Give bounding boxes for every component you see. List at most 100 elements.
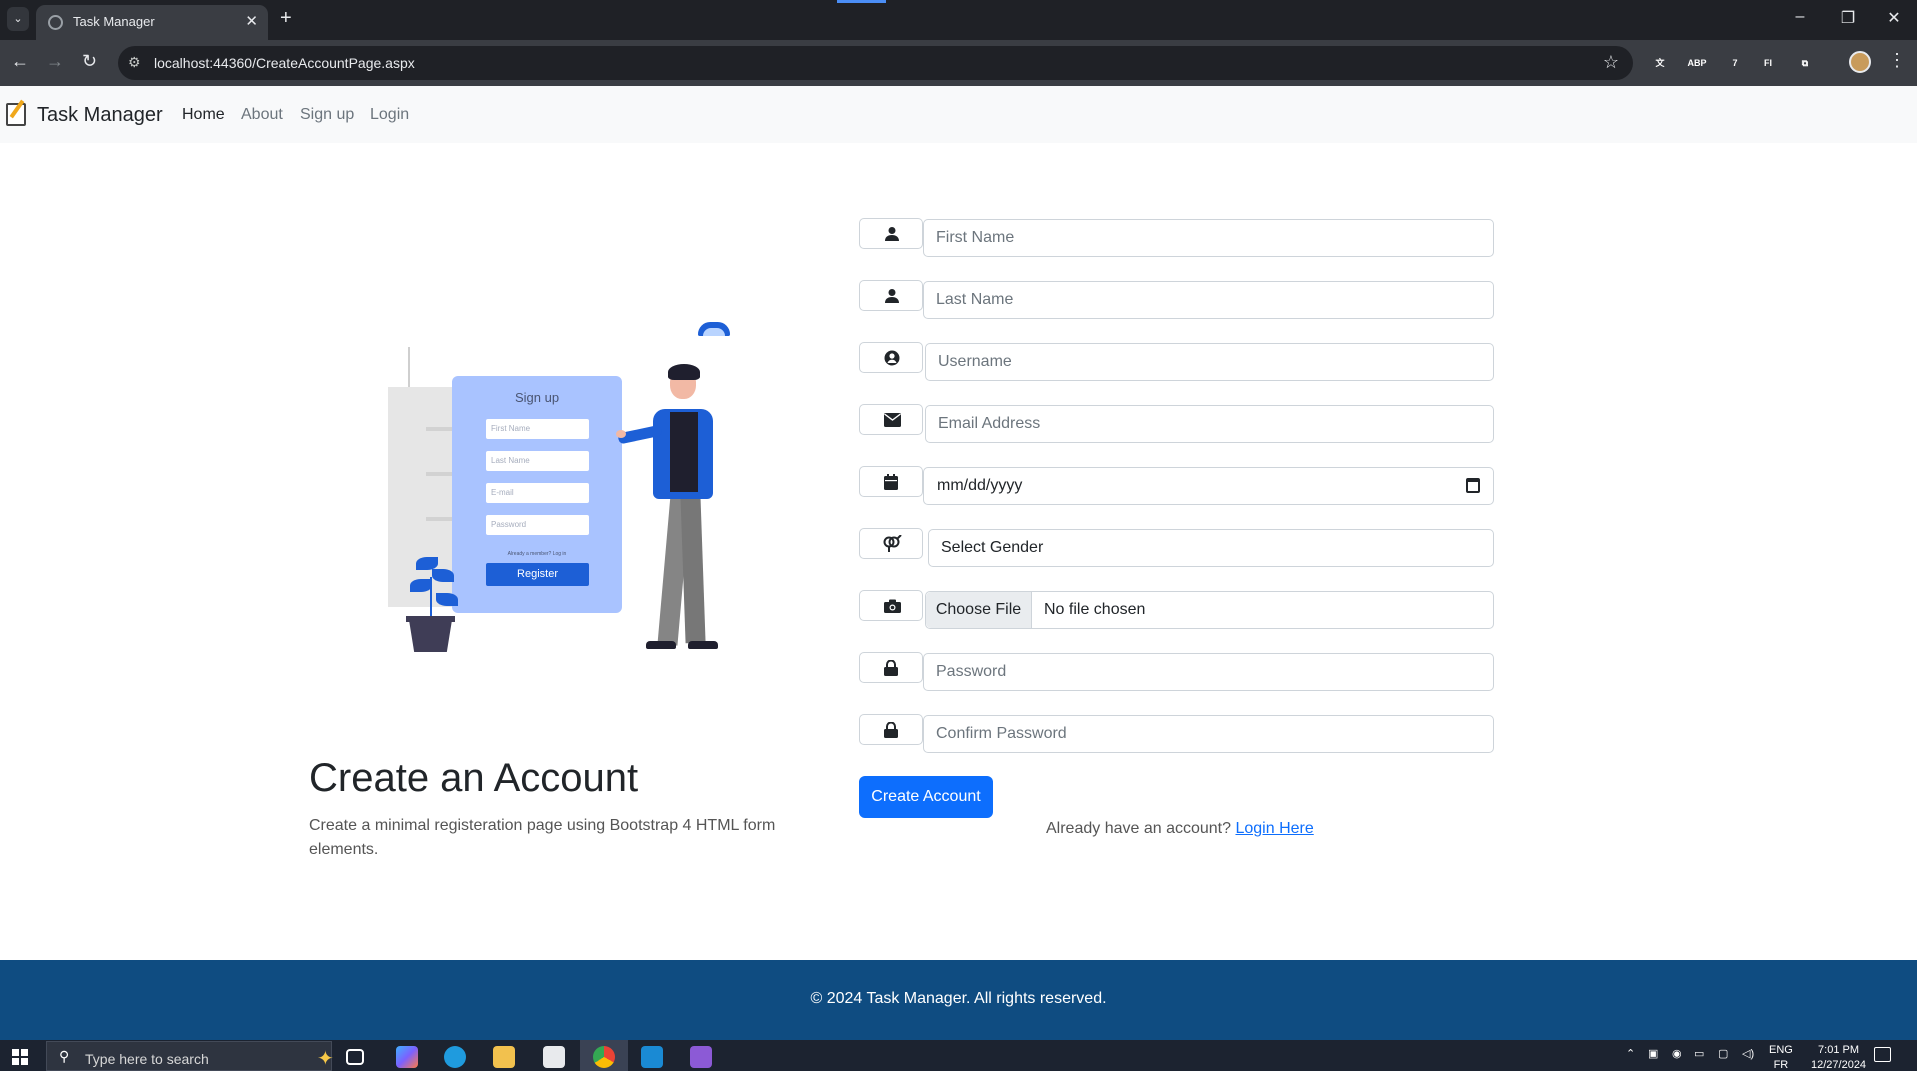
nav-about[interactable]: About [241,106,283,124]
clock-time: 7:01 PM [1818,1044,1860,1056]
illustration-field: Last Name [486,451,589,471]
site-info-icon[interactable]: ⚙ [128,54,141,71]
login-here-link[interactable]: Login Here [1235,820,1313,837]
plant-leaf [436,593,458,606]
profile-avatar[interactable] [1849,51,1871,73]
login-prompt: Already have an account? Login Here [1046,820,1314,838]
url-text[interactable]: localhost:44360/CreateAccountPage.aspx [154,55,415,71]
task-view-icon[interactable] [346,1049,364,1065]
gender-icon [859,528,923,559]
restore-button[interactable]: ❐ [1828,8,1868,28]
browser-menu-icon[interactable]: ⋮ [1888,50,1906,71]
first-name-row [859,218,1494,257]
email-input[interactable] [925,405,1494,443]
new-tab-button[interactable]: + [280,7,292,30]
first-name-input[interactable] [923,219,1494,257]
date-row: mm/dd/yyyy [859,466,1494,505]
fi-extension-icon[interactable]: FI [1758,53,1778,73]
date-picker-icon[interactable] [1466,478,1480,493]
windows-start-icon[interactable] [12,1049,28,1065]
language-sub: FR [1773,1059,1789,1071]
user-circle-icon [859,342,923,373]
copyright-text: © 2024 Task Manager. All rights reserved… [810,990,1107,1007]
plant-leaf [410,579,432,592]
browser-tab[interactable]: Task Manager ✕ [36,5,268,40]
username-input[interactable] [925,343,1494,381]
nav-home[interactable]: Home [182,106,225,124]
clock-date: 12/27/2024 [1811,1059,1867,1071]
last-name-row [859,280,1494,319]
adblock-icon[interactable]: ABP [1687,53,1707,73]
password-input[interactable] [923,653,1494,691]
nav-login[interactable]: Login [370,106,409,124]
brand-name[interactable]: Task Manager [37,104,163,127]
language-code: ENG [1769,1044,1793,1056]
choose-file-button[interactable]: Choose File [926,592,1032,628]
globe-icon [48,15,63,30]
tab-search-button[interactable]: ⌄ [7,7,29,31]
signup-illustration: Sign up First Name Last Name E-mail Pass… [386,317,746,657]
plant-leaf [416,557,438,570]
site-footer: © 2024 Task Manager. All rights reserved… [0,960,1917,1040]
battery-icon[interactable]: ▭ [1694,1047,1704,1060]
close-window-button[interactable]: ✕ [1874,8,1914,28]
taskbar-search-placeholder: Type here to search [85,1051,209,1067]
language-indicator[interactable]: ENG FR [1769,1043,1793,1071]
gender-select[interactable]: Select Gender [928,529,1494,567]
page-description: Create a minimal registeration page usin… [309,817,776,858]
minimize-button[interactable]: – [1780,8,1820,26]
visual-studio-icon[interactable] [690,1046,712,1068]
birthdate-input[interactable]: mm/dd/yyyy [923,467,1494,505]
last-name-input[interactable] [923,281,1494,319]
site-navbar: Task Manager Home About Sign up Login [0,86,1917,143]
tray-chevron-icon[interactable]: ⌃ [1626,1047,1635,1060]
edge-icon[interactable] [444,1046,466,1068]
plant-pot [409,620,452,652]
volume-icon[interactable]: ◁) [1742,1047,1754,1060]
tray-app-icon[interactable]: ▣ [1648,1047,1658,1060]
create-account-button[interactable]: Create Account [859,776,993,818]
photo-row: Choose File No file chosen [859,590,1494,629]
date-value: mm/dd/yyyy [937,477,1023,494]
taskbar-search[interactable]: ⚲ Type here to search ✦ [46,1041,334,1071]
tab-close-icon[interactable]: ✕ [245,12,258,30]
notepad-logo-icon[interactable] [6,103,26,126]
envelope-icon [859,404,923,435]
store-icon[interactable] [543,1046,565,1068]
tray-meet-icon[interactable]: ◉ [1672,1047,1682,1060]
gender-selected-value: Select Gender [941,539,1044,556]
address-bar[interactable]: ⚙ localhost:44360/CreateAccountPage.aspx… [118,46,1633,80]
illustration-field: First Name [486,419,589,439]
lock-icon [859,714,923,745]
sparkle-icon: ✦ [317,1048,334,1070]
person-leg [680,494,706,644]
copilot-icon[interactable] [396,1046,418,1068]
reload-button[interactable]: ↻ [82,51,97,72]
back-button[interactable]: ← [11,51,29,72]
vscode-icon[interactable] [641,1046,663,1068]
browser-toolbar: ← → ↻ ⚙ localhost:44360/CreateAccountPag… [0,40,1917,86]
forward-button[interactable]: → [46,51,64,72]
confirm-password-input[interactable] [923,715,1494,753]
photo-file-input[interactable]: Choose File No file chosen [925,591,1494,629]
confirm-password-row [859,714,1494,753]
puzzle-icon[interactable]: ⧉ [1795,53,1815,73]
file-explorer-icon[interactable] [493,1046,515,1068]
loading-indicator [837,0,886,3]
bookmark-star-icon[interactable]: ☆ [1603,52,1619,73]
search-icon: ⚲ [59,1048,70,1064]
notification-icon[interactable] [1874,1047,1891,1062]
illustration-field: Password [486,515,589,535]
calendar-icon [859,466,923,497]
network-icon[interactable]: ▢ [1718,1047,1728,1060]
plant-branch [408,347,410,387]
extension-badge-icon[interactable]: 7 [1725,53,1745,73]
person-hair [668,364,700,380]
tab-title: Task Manager [73,14,155,29]
translate-icon[interactable]: 文 [1650,53,1670,73]
chrome-icon[interactable] [593,1046,615,1068]
email-row [859,404,1494,443]
nav-signup[interactable]: Sign up [300,106,354,124]
password-row [859,652,1494,691]
taskbar-clock[interactable]: 7:01 PM 12/27/2024 [1811,1043,1866,1071]
